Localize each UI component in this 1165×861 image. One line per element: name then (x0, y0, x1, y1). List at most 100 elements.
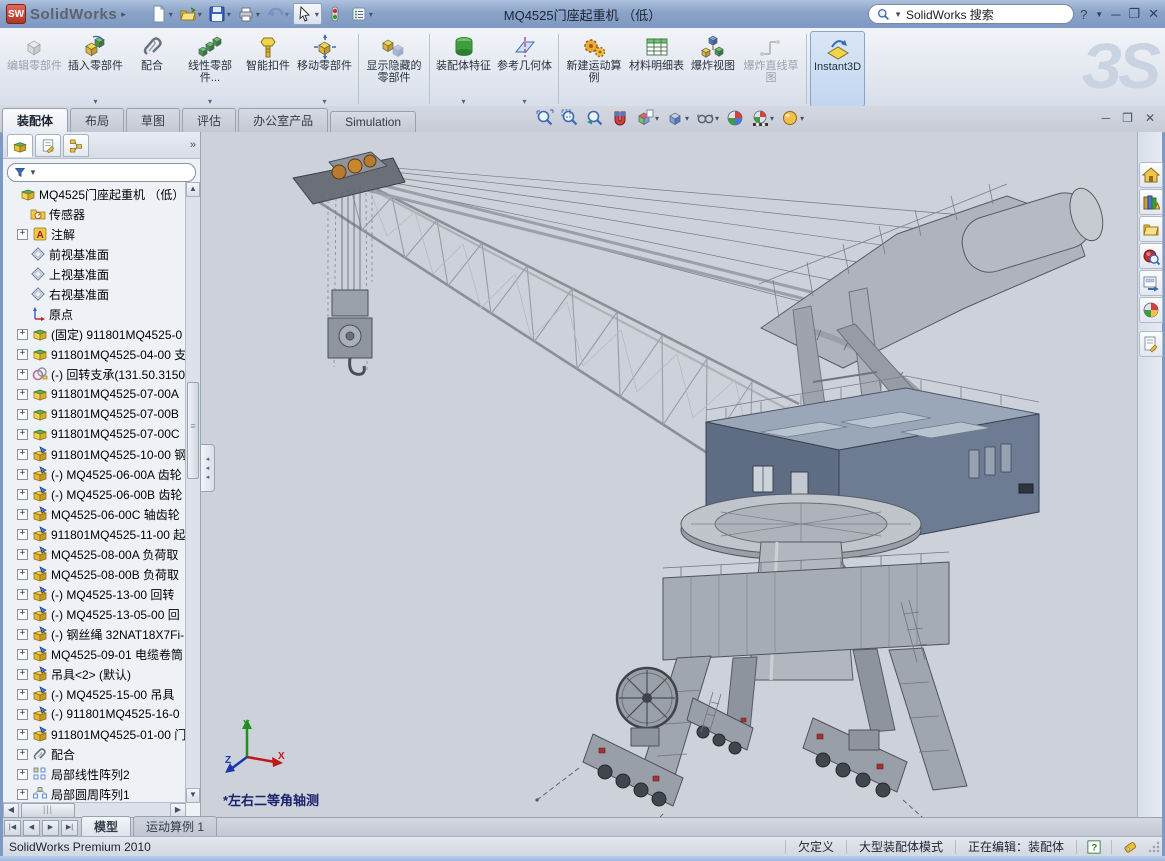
crane-model[interactable] (201, 132, 1140, 817)
undo-dropdown-icon[interactable]: ▾ (285, 10, 289, 19)
expand-toggle-icon[interactable]: + (17, 549, 28, 560)
tree-item[interactable]: +(-) MQ4525-13-00 回转 (3, 584, 186, 604)
display-style-button[interactable]: ▾ (665, 108, 690, 128)
command-options-dropdown-icon[interactable]: ▾ (369, 10, 373, 19)
ribbon-smart-fastener-button[interactable]: 智能扣件 (242, 31, 294, 107)
tree-item[interactable]: +911801MQ4525-10-00 钢 (3, 444, 186, 464)
model-tab-模型[interactable]: 模型 (81, 816, 131, 837)
tree-item[interactable]: +MQ4525-09-01 电缆卷筒 (3, 644, 186, 664)
ribbon-mate-button[interactable]: 配合 (126, 31, 178, 107)
expand-toggle-icon[interactable]: + (17, 529, 28, 540)
ribbon-insert-component-button[interactable]: 插入零部件▾ (65, 31, 126, 107)
insert-component-dropdown-icon[interactable]: ▾ (93, 97, 97, 106)
tree-item[interactable]: +局部圆周阵列1 (3, 784, 186, 803)
tree-root-item[interactable]: MQ4525门座起重机 （低） (3, 184, 186, 204)
quick-tips-button[interactable]: ? (1076, 840, 1111, 854)
expand-toggle-icon[interactable]: + (17, 769, 28, 780)
zoom-fit-button[interactable] (535, 108, 555, 128)
search-input[interactable]: ▼ SolidWorks 搜索 (868, 4, 1074, 24)
expand-toggle-icon[interactable]: + (17, 669, 28, 680)
expand-toggle-icon[interactable]: + (17, 489, 28, 500)
view-orientation-dropdown-icon[interactable]: ▾ (655, 114, 659, 123)
appearances-scenes-button[interactable] (1139, 297, 1163, 323)
tags-button[interactable] (1111, 840, 1148, 854)
search-scope-dropdown-icon[interactable]: ▼ (894, 10, 902, 19)
last-tab-button[interactable]: ▶| (61, 820, 78, 836)
expand-toggle-icon[interactable]: + (17, 409, 28, 420)
scroll-left-icon[interactable]: ◀ (3, 803, 19, 818)
tab-草图[interactable]: 草图 (126, 108, 180, 132)
expand-toggle-icon[interactable]: + (17, 389, 28, 400)
open-button[interactable]: ▾ (177, 4, 204, 24)
hide-show-items-dropdown-icon[interactable]: ▾ (715, 114, 719, 123)
ribbon-reference-geometry-button[interactable]: 参考几何体▾ (494, 31, 555, 107)
assembly-feature-dropdown-icon[interactable]: ▾ (461, 97, 465, 106)
toolbar-expand-icon[interactable]: ▸ (121, 9, 126, 20)
expand-toggle-icon[interactable]: + (17, 229, 28, 240)
first-tab-button[interactable]: |◀ (4, 820, 21, 836)
tree-item[interactable]: +局部线性阵列2 (3, 764, 186, 784)
scroll-up-icon[interactable]: ▲ (186, 182, 200, 197)
custom-properties-button[interactable] (1139, 331, 1163, 357)
expand-toggle-icon[interactable]: + (17, 729, 28, 740)
doc-minimize-button[interactable]: ─ (1102, 111, 1111, 125)
expand-toggle-icon[interactable]: + (17, 609, 28, 620)
scroll-thumb[interactable] (187, 382, 199, 479)
expand-toggle-icon[interactable]: + (17, 329, 28, 340)
print-button[interactable]: ▾ (235, 4, 262, 24)
apply-scene-button[interactable]: ▾ (750, 108, 775, 128)
expand-toggle-icon[interactable]: + (17, 509, 28, 520)
select-dropdown-icon[interactable]: ▾ (315, 10, 319, 19)
tree-item[interactable]: +(-) 钢丝绳 32NAT18X7Fi- (3, 624, 186, 644)
tree-item[interactable]: +(-) MQ4525-06-00A 齿轮 (3, 464, 186, 484)
previous-view-button[interactable] (585, 108, 605, 128)
close-button[interactable]: ✕ (1148, 6, 1159, 22)
view-orientation-button[interactable]: ▾ (635, 108, 660, 128)
print-dropdown-icon[interactable]: ▾ (256, 10, 260, 19)
tree-vertical-scrollbar[interactable]: ▲ ▼ (185, 182, 200, 803)
tab-propertymanager[interactable] (35, 134, 61, 157)
filter-dropdown-icon[interactable]: ▼ (29, 168, 37, 177)
tab-Simulation[interactable]: Simulation (330, 111, 416, 132)
resources-home-button[interactable] (1139, 162, 1163, 188)
tree-item[interactable]: +911801MQ4525-01-00 门 (3, 724, 186, 744)
tree-item[interactable]: +配合 (3, 744, 186, 764)
new-document-dropdown-icon[interactable]: ▾ (169, 10, 173, 19)
tree-horizontal-scrollbar[interactable]: ◀ ||| ▶ (3, 802, 186, 817)
save-dropdown-icon[interactable]: ▾ (227, 10, 231, 19)
expand-toggle-icon[interactable]: + (17, 429, 28, 440)
tree-item[interactable]: 右视基准面 (3, 284, 186, 304)
tree-item[interactable]: +MQ4525-08-00A 负荷取 (3, 544, 186, 564)
hscroll-thumb[interactable]: ||| (21, 803, 75, 818)
expand-toggle-icon[interactable]: + (17, 569, 28, 580)
expand-toggle-icon[interactable]: + (17, 449, 28, 460)
tree-item[interactable]: +(-) 回转支承(131.50.3150 (3, 364, 186, 384)
tab-办公室产品[interactable]: 办公室产品 (238, 108, 328, 132)
panel-collapse-handle[interactable]: ◂ ◂ ◂ (201, 444, 215, 492)
help-button[interactable]: ? (1080, 7, 1087, 22)
view-settings-dropdown-icon[interactable]: ▾ (800, 114, 804, 123)
tree-item[interactable]: +911801MQ4525-04-00 支 (3, 344, 186, 364)
expand-toggle-icon[interactable]: + (17, 629, 28, 640)
zoom-area-button[interactable] (560, 108, 580, 128)
tree-item[interactable]: +911801MQ4525-07-00A (3, 384, 186, 404)
ribbon-linear-pattern-button[interactable]: 线性零部件...▾ (178, 31, 242, 107)
expand-toggle-icon[interactable]: + (17, 349, 28, 360)
undo-button[interactable]: ▾ (264, 4, 291, 24)
graphics-viewport[interactable]: ◂ ◂ ◂ Y X Z *左右二等角轴测 (201, 132, 1140, 817)
tree-item[interactable]: 传感器 (3, 204, 186, 224)
tree-item[interactable]: +A注解 (3, 224, 186, 244)
expand-toggle-icon[interactable]: + (17, 709, 28, 720)
expand-toggle-icon[interactable]: + (17, 589, 28, 600)
section-view-button[interactable] (610, 108, 630, 128)
select-button[interactable]: ▾ (293, 3, 322, 25)
view-settings-button[interactable]: ▾ (780, 108, 805, 128)
expand-toggle-icon[interactable]: + (17, 689, 28, 700)
ribbon-assembly-feature-button[interactable]: 装配体特征▾ (433, 31, 494, 107)
minimize-button[interactable]: ─ (1111, 7, 1120, 22)
view-palette-button[interactable] (1139, 270, 1163, 296)
maximize-button[interactable]: ❐ (1128, 6, 1140, 22)
save-button[interactable]: ▾ (206, 4, 233, 24)
expand-toggle-icon[interactable]: + (17, 749, 28, 760)
tree-item[interactable]: +911801MQ4525-07-00C (3, 424, 186, 444)
